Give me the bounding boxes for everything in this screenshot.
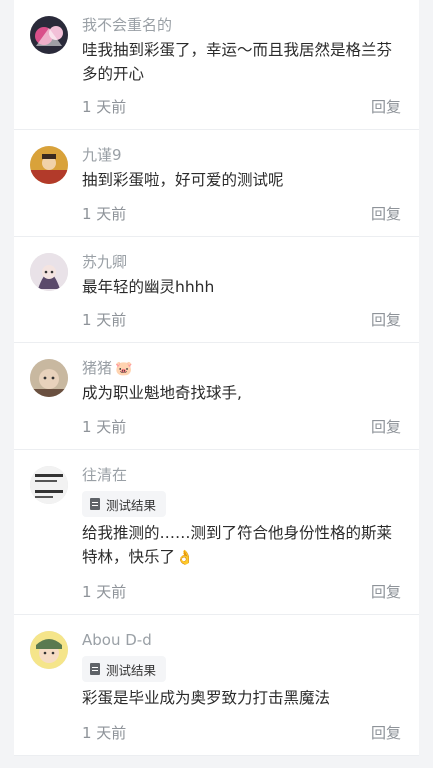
reply-button[interactable]: 回复 — [371, 722, 401, 743]
comment-text-body: 给我推测的……测到了符合他身份性格的斯莱特林，快乐了 — [82, 524, 393, 566]
reply-button[interactable]: 回复 — [371, 309, 401, 330]
username[interactable]: 九谨9 — [82, 144, 401, 166]
comment-item: 九谨9 抽到彩蛋啦，好可爱的测试呢 1 天前 回复 — [14, 130, 419, 237]
username-text: 猪猪 — [82, 359, 113, 377]
comment-text: 哇我抽到彩蛋了，幸运～而且我居然是格兰芬多的开心 — [82, 41, 393, 83]
reply-button[interactable]: 回复 — [371, 203, 401, 224]
comment-time: 1 天前 — [82, 205, 127, 223]
pig-icon: 🐷 — [115, 361, 133, 377]
avatar[interactable] — [30, 146, 68, 184]
test-result-tag[interactable]: 测试结果 — [82, 491, 167, 517]
document-icon — [90, 498, 100, 510]
reply-button[interactable]: 回复 — [371, 416, 401, 437]
avatar[interactable] — [30, 631, 68, 669]
comment-item: 苏九卿 最年轻的幽灵hhhh 1 天前 回复 — [14, 237, 419, 343]
comment-item: 我不会重名的 哇我抽到彩蛋了，幸运～而且我居然是格兰芬多的开心 1 天前 回复 — [14, 0, 419, 130]
avatar[interactable] — [30, 359, 68, 397]
comment-text: 最年轻的幽灵hhhh — [82, 278, 215, 296]
comment-item: 猪猪 🐷 成为职业魁地奇找球手, 1 天前 回复 — [14, 343, 419, 450]
avatar[interactable] — [30, 16, 68, 54]
username[interactable]: 我不会重名的 — [82, 14, 401, 36]
username[interactable]: Abou D-d — [82, 629, 401, 651]
comment-text: 抽到彩蛋啦，好可爱的测试呢 — [82, 171, 284, 189]
comment-time: 1 天前 — [82, 418, 127, 436]
reply-button[interactable]: 回复 — [371, 581, 401, 602]
username[interactable]: 往清在 — [82, 464, 401, 486]
comment-time: 1 天前 — [82, 583, 127, 601]
comment-time: 1 天前 — [82, 311, 127, 329]
test-result-tag[interactable]: 测试结果 — [82, 656, 167, 682]
comment-time: 1 天前 — [82, 724, 127, 742]
comment-item: 往清在 测试结果 给我推测的……测到了符合他身份性格的斯莱特林，快乐了👌 1 天… — [14, 450, 419, 615]
comment-item: Abou D-d 测试结果 彩蛋是毕业成为奥罗致力打击黑魔法 1 天前 回复 — [14, 615, 419, 756]
comment-text: 给我推测的……测到了符合他身份性格的斯莱特林，快乐了👌 — [82, 521, 401, 570]
tag-label: 测试结果 — [106, 497, 157, 513]
comment-text: 成为职业魁地奇找球手, — [82, 384, 242, 402]
comment-list: 我不会重名的 哇我抽到彩蛋了，幸运～而且我居然是格兰芬多的开心 1 天前 回复 … — [0, 0, 433, 756]
username[interactable]: 苏九卿 — [82, 251, 401, 273]
username[interactable]: 猪猪 🐷 — [82, 357, 401, 379]
reply-button[interactable]: 回复 — [371, 96, 401, 117]
comment-time: 1 天前 — [82, 98, 127, 116]
avatar[interactable] — [30, 466, 68, 504]
comment-text: 彩蛋是毕业成为奥罗致力打击黑魔法 — [82, 689, 331, 707]
tag-label: 测试结果 — [106, 662, 157, 678]
avatar[interactable] — [30, 253, 68, 291]
document-icon — [90, 663, 100, 675]
ok-hand-icon: 👌 — [176, 550, 194, 566]
